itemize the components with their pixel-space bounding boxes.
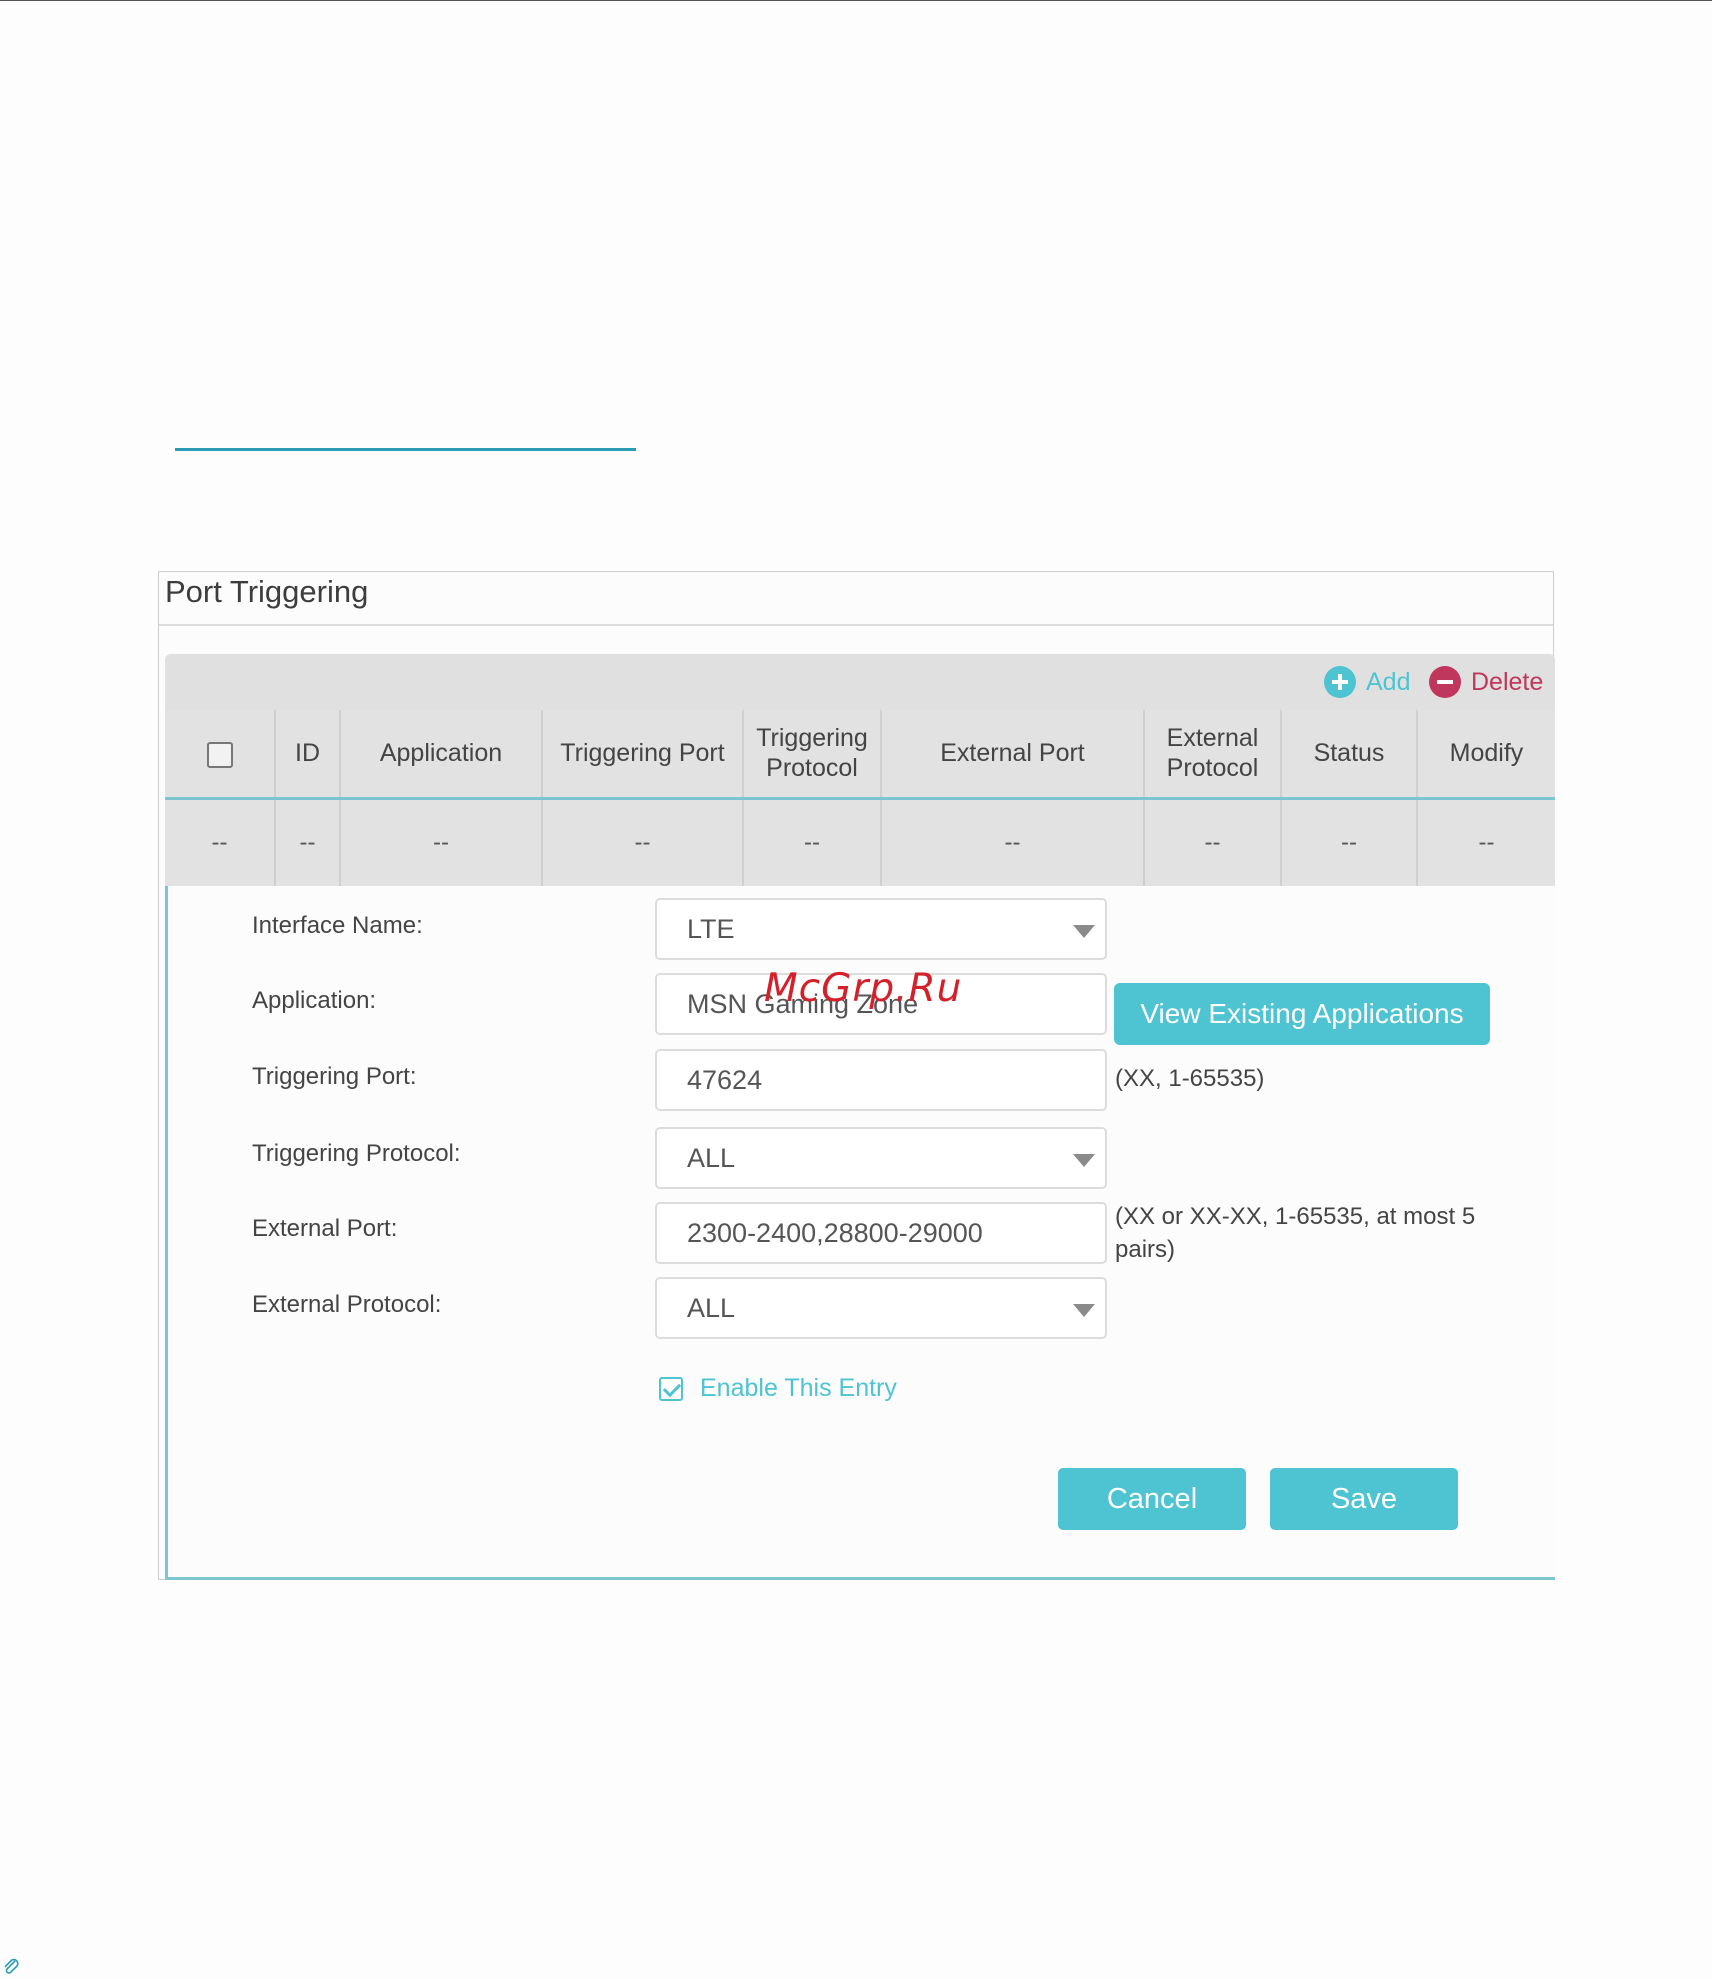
chevron-down-icon xyxy=(1073,925,1095,938)
panel-title: Port Triggering xyxy=(165,574,369,609)
header-select-all xyxy=(165,710,276,800)
cell-external-port: -- xyxy=(881,798,1145,886)
rules-table: ID Application Triggering Port Triggerin… xyxy=(165,710,1555,886)
table-header-row: ID Application Triggering Port Triggerin… xyxy=(165,710,1555,800)
header-external-protocol: External Protocol xyxy=(1144,710,1282,800)
header-triggering-port: Triggering Port xyxy=(542,710,744,800)
header-status: Status xyxy=(1281,710,1418,800)
triggering-port-label: Triggering Port: xyxy=(252,1063,417,1090)
delete-icon xyxy=(1429,666,1461,698)
check-icon[interactable] xyxy=(659,1376,683,1401)
cell-status: -- xyxy=(1281,798,1418,886)
add-button[interactable]: Add xyxy=(1324,654,1410,710)
external-port-label: External Port: xyxy=(252,1215,398,1242)
application-label: Application: xyxy=(252,987,377,1014)
header-id: ID xyxy=(275,710,341,800)
interface-name-label: Interface Name: xyxy=(252,912,423,939)
external-protocol-select[interactable]: ALL xyxy=(655,1277,1107,1339)
add-label: Add xyxy=(1366,667,1411,696)
chevron-down-icon xyxy=(1073,1304,1095,1317)
external-port-value: 2300-2400,28800-29000 xyxy=(687,1217,983,1248)
cell-triggering-protocol: -- xyxy=(743,798,882,886)
watermark-logo: McGrp.Ru xyxy=(764,966,963,1011)
cell-id: -- xyxy=(275,798,341,886)
save-button[interactable]: Save xyxy=(1270,1468,1458,1530)
header-modify: Modify xyxy=(1417,710,1555,800)
interface-name-select[interactable]: LTE xyxy=(655,898,1107,960)
heading-underline xyxy=(175,448,636,451)
cell-modify: -- xyxy=(1417,798,1555,886)
chevron-down-icon xyxy=(1073,1154,1095,1167)
cell-select: -- xyxy=(165,798,276,886)
external-protocol-label: External Protocol: xyxy=(252,1291,442,1318)
cancel-button[interactable]: Cancel xyxy=(1058,1468,1246,1530)
select-all-checkbox[interactable] xyxy=(206,741,233,768)
paperclip-icon xyxy=(4,1958,19,1974)
port-triggering-panel: Port Triggering Add Delete ID Applicatio… xyxy=(158,571,1555,1580)
title-divider xyxy=(159,624,1553,626)
triggering-protocol-select[interactable]: ALL xyxy=(655,1127,1107,1189)
triggering-port-input[interactable]: 47624 xyxy=(655,1049,1107,1111)
interface-name-value: LTE xyxy=(687,913,735,944)
triggering-port-value: 47624 xyxy=(687,1064,763,1095)
top-rule xyxy=(0,0,1712,1)
table-toolbar: Add Delete xyxy=(165,654,1555,710)
triggering-port-hint: (XX, 1-65535) xyxy=(1115,1065,1265,1092)
enable-entry-toggle[interactable]: Enable This Entry xyxy=(659,1374,897,1403)
add-icon xyxy=(1324,666,1356,698)
header-triggering-protocol: Triggering Protocol xyxy=(743,710,882,800)
external-protocol-value: ALL xyxy=(687,1292,736,1323)
view-existing-applications-button[interactable]: View Existing Applications xyxy=(1114,983,1490,1045)
header-application: Application xyxy=(340,710,543,800)
triggering-protocol-value: ALL xyxy=(687,1142,736,1173)
delete-button[interactable]: Delete xyxy=(1429,654,1543,710)
table-row: -- -- -- -- -- -- -- -- -- xyxy=(165,798,1555,886)
external-port-hint: (XX or XX-XX, 1-65535, at most 5 pairs) xyxy=(1115,1203,1476,1263)
external-port-input[interactable]: 2300-2400,28800-29000 xyxy=(655,1202,1107,1264)
header-external-port: External Port xyxy=(881,710,1145,800)
delete-label: Delete xyxy=(1471,667,1544,696)
enable-entry-label: Enable This Entry xyxy=(700,1374,897,1402)
triggering-protocol-label: Triggering Protocol: xyxy=(252,1140,461,1167)
cell-application: -- xyxy=(340,798,543,886)
cell-external-protocol: -- xyxy=(1144,798,1282,886)
cell-triggering-port: -- xyxy=(542,798,744,886)
